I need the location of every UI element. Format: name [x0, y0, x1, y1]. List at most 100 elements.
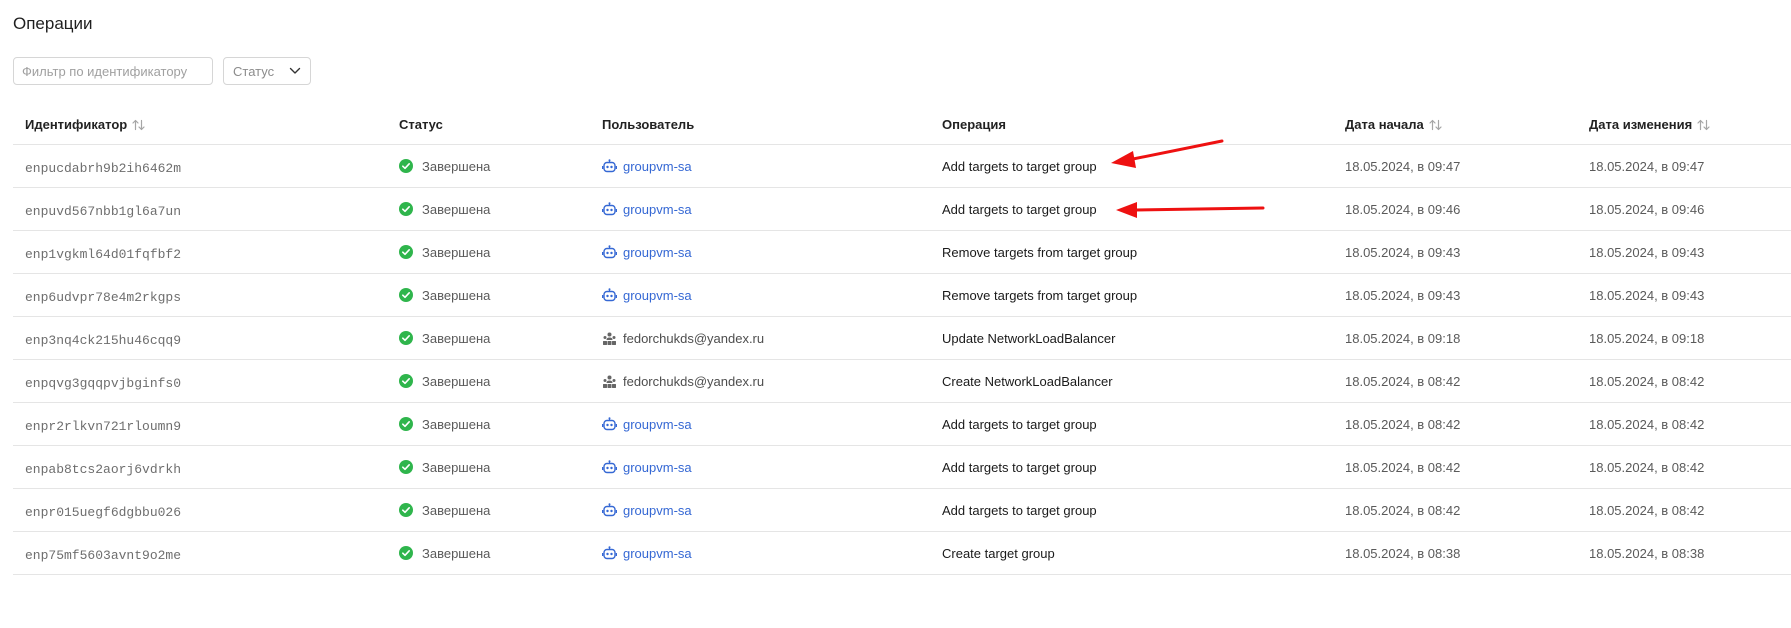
user-link[interactable]: groupvm-sa: [602, 245, 692, 260]
start-date: 18.05.2024, в 08:42: [1345, 373, 1461, 389]
column-header-modified[interactable]: Дата изменения: [1589, 117, 1710, 132]
operation-id[interactable]: enp1vgkml64d01fqfbf2: [25, 231, 181, 275]
operation-id[interactable]: enp3nq4ck215hu46cqq9: [25, 317, 181, 361]
operation-id[interactable]: enpqvg3gqqpvjbginfs0: [25, 360, 181, 404]
operation-id[interactable]: enpab8tcs2aorj6vdrkh: [25, 446, 181, 490]
column-header-started[interactable]: Дата начала: [1345, 117, 1442, 132]
operation-id[interactable]: enpucdabrh9b2ih6462m: [25, 145, 181, 189]
status-cell: Завершена: [399, 403, 490, 445]
user-name: groupvm-sa: [623, 545, 692, 561]
column-header-operation: Операция: [942, 117, 1006, 132]
column-header-operation-label: Операция: [942, 117, 1006, 132]
user-link[interactable]: fedorchukds@yandex.ru: [602, 331, 764, 346]
user-link[interactable]: groupvm-sa: [602, 460, 692, 475]
modified-date: 18.05.2024, в 09:43: [1589, 244, 1705, 260]
table-row[interactable]: enpucdabrh9b2ih6462m Завершена groupvm-sa A…: [13, 145, 1791, 188]
operation-description: Update NetworkLoadBalancer: [942, 330, 1116, 346]
modified-date: 18.05.2024, в 08:42: [1589, 502, 1705, 518]
user-name: groupvm-sa: [623, 287, 692, 303]
user-link[interactable]: groupvm-sa: [602, 202, 692, 217]
column-header-user-label: Пользователь: [602, 117, 695, 132]
operation-description: Add targets to target group: [942, 158, 1097, 174]
user-name: groupvm-sa: [623, 244, 692, 260]
user-cell: groupvm-sa: [602, 231, 692, 273]
status-cell: Завершена: [399, 317, 490, 359]
modified-date: 18.05.2024, в 09:46: [1589, 201, 1705, 217]
table-row[interactable]: enp1vgkml64d01fqfbf2 Завершена groupvm-sa R…: [13, 231, 1791, 274]
sort-arrows-icon[interactable]: [132, 119, 145, 131]
user-link[interactable]: groupvm-sa: [602, 159, 692, 174]
user-name: groupvm-sa: [623, 459, 692, 475]
operation-description: Add targets to target group: [942, 459, 1097, 475]
user-link[interactable]: fedorchukds@yandex.ru: [602, 374, 764, 389]
table-row[interactable]: enpuvd567nbb1gl6a7un Завершена groupvm-sa A…: [13, 188, 1791, 231]
operation-description: Remove targets from target group: [942, 287, 1138, 303]
column-header-id[interactable]: Идентификатор: [25, 117, 145, 132]
check-circle-icon: [399, 460, 413, 474]
status-cell: Завершена: [399, 188, 490, 230]
user-name: fedorchukds@yandex.ru: [623, 330, 765, 346]
robot-icon: [602, 244, 617, 260]
user-cell: groupvm-sa: [602, 532, 692, 574]
chevron-down-icon: [289, 67, 301, 75]
check-circle-icon: [399, 374, 413, 388]
user-link[interactable]: groupvm-sa: [602, 417, 692, 432]
status-text: Завершена: [422, 373, 491, 389]
start-date: 18.05.2024, в 09:43: [1345, 244, 1461, 260]
table-body: enpucdabrh9b2ih6462m Завершена groupvm-sa A…: [13, 145, 1791, 575]
column-header-user: Пользователь: [602, 117, 694, 132]
operation-id[interactable]: enpuvd567nbb1gl6a7un: [25, 188, 181, 232]
status-text: Завершена: [422, 416, 491, 432]
table-row[interactable]: enp75mf5603avnt9o2me Завершена groupvm-sa C…: [13, 532, 1791, 575]
status-text: Завершена: [422, 545, 491, 561]
check-circle-icon: [399, 503, 413, 517]
table-row[interactable]: enp3nq4ck215hu46cqq9 Завершена fedorchukds…: [13, 317, 1791, 360]
robot-icon: [602, 459, 617, 475]
operations-table: Идентификатор Статус Пользователь Операц…: [13, 107, 1791, 575]
table-row[interactable]: enp6udvpr78e4m2rkgps Завершена groupvm-sa R…: [13, 274, 1791, 317]
status-filter-label: Статус: [233, 63, 275, 79]
table-row[interactable]: enpab8tcs2aorj6vdrkh Завершена groupvm-sa A…: [13, 446, 1791, 489]
user-link[interactable]: groupvm-sa: [602, 546, 692, 561]
table-row[interactable]: enpr2rlkvn721rloumn9 Завершена groupvm-sa A…: [13, 403, 1791, 446]
start-date: 18.05.2024, в 08:42: [1345, 502, 1461, 518]
modified-date: 18.05.2024, в 09:47: [1589, 158, 1705, 174]
status-cell: Завершена: [399, 446, 490, 488]
user-link[interactable]: groupvm-sa: [602, 288, 692, 303]
user-cell: groupvm-sa: [602, 489, 692, 531]
sort-arrows-icon[interactable]: [1429, 119, 1442, 131]
table-row[interactable]: enpr015uegf6dgbbu026 Завершена groupvm-sa A…: [13, 489, 1791, 532]
status-filter-select[interactable]: Статус: [223, 57, 311, 85]
operation-id[interactable]: enpr015uegf6dgbbu026: [25, 489, 181, 533]
id-filter-input[interactable]: [13, 57, 213, 85]
start-date: 18.05.2024, в 09:43: [1345, 287, 1461, 303]
status-cell: Завершена: [399, 145, 490, 187]
user-cell: groupvm-sa: [602, 274, 692, 316]
modified-date: 18.05.2024, в 08:38: [1589, 545, 1705, 561]
user-name: groupvm-sa: [623, 158, 692, 174]
user-group-icon: [602, 374, 617, 389]
operation-id[interactable]: enpr2rlkvn721rloumn9: [25, 403, 181, 447]
column-header-status-label: Статус: [399, 117, 443, 132]
start-date: 18.05.2024, в 09:47: [1345, 158, 1461, 174]
modified-date: 18.05.2024, в 08:42: [1589, 373, 1705, 389]
check-circle-icon: [399, 331, 413, 345]
modified-date: 18.05.2024, в 08:42: [1589, 416, 1705, 432]
user-cell: groupvm-sa: [602, 188, 692, 230]
check-circle-icon: [399, 546, 413, 560]
status-cell: Завершена: [399, 360, 490, 402]
status-text: Завершена: [422, 459, 491, 475]
status-text: Завершена: [422, 287, 491, 303]
operation-id[interactable]: enp6udvpr78e4m2rkgps: [25, 274, 181, 318]
status-cell: Завершена: [399, 532, 490, 574]
robot-icon: [602, 287, 617, 303]
user-cell: groupvm-sa: [602, 446, 692, 488]
sort-arrows-icon[interactable]: [1697, 119, 1710, 131]
table-row[interactable]: enpqvg3gqqpvjbginfs0 Завершена fedorchukds…: [13, 360, 1791, 403]
operation-description: Add targets to target group: [942, 201, 1097, 217]
check-circle-icon: [399, 417, 413, 431]
status-text: Завершена: [422, 201, 491, 217]
operation-id[interactable]: enp75mf5603avnt9o2me: [25, 532, 181, 576]
user-link[interactable]: groupvm-sa: [602, 503, 692, 518]
robot-icon: [602, 545, 617, 561]
